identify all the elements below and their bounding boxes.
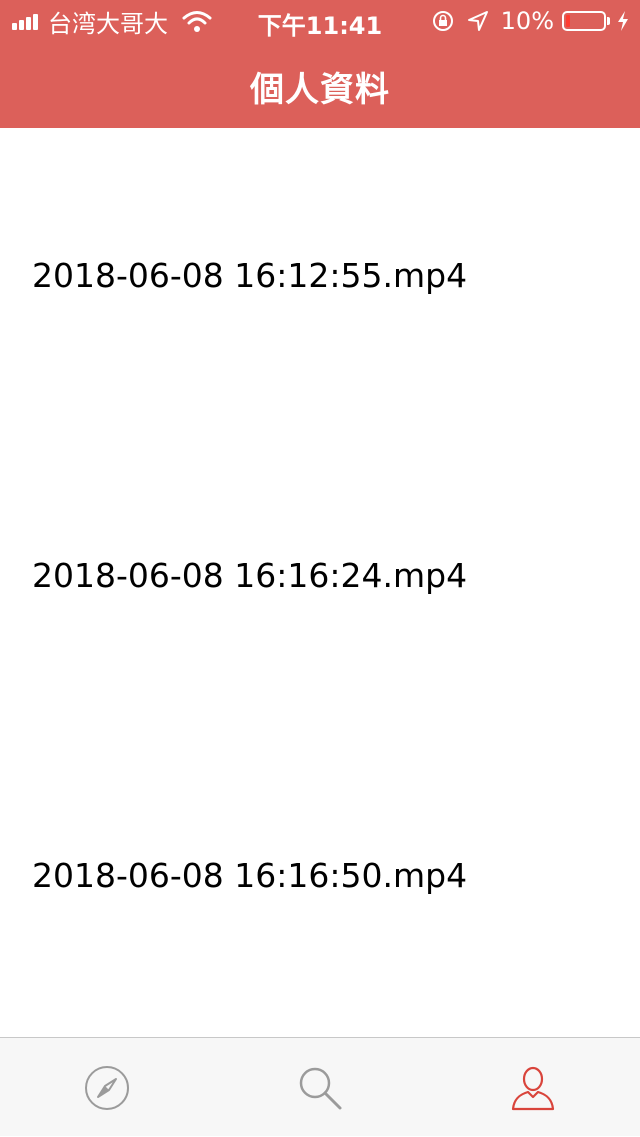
tab-search[interactable] — [213, 1038, 426, 1137]
location-icon — [467, 10, 489, 32]
list-item[interactable]: 2018-06-08 16:16:24.mp4 — [0, 428, 640, 728]
file-name: 2018-06-08 16:16:24.mp4 — [32, 556, 468, 595]
compass-icon — [83, 1064, 131, 1112]
file-name: 2018-06-08 16:16:50.mp4 — [32, 856, 468, 895]
search-icon — [296, 1064, 344, 1112]
battery-percent: 10% — [500, 7, 554, 35]
profile-icon — [509, 1064, 557, 1112]
wifi-icon — [182, 10, 212, 32]
navigation-bar: 台湾大哥大 下午11:41 10% 個人資料 — [0, 0, 640, 128]
signal-icon — [12, 12, 40, 30]
tab-bar — [0, 1037, 640, 1136]
carrier-label: 台湾大哥大 — [48, 9, 168, 38]
list-item[interactable]: 2018-06-08 16:12:55.mp4 — [0, 128, 640, 428]
tab-profile[interactable] — [426, 1038, 639, 1137]
battery-icon — [562, 11, 606, 31]
list-item[interactable]: 2018-06-08 16:16:50.mp4 — [0, 728, 640, 1028]
orientation-lock-icon — [431, 9, 455, 33]
file-name: 2018-06-08 16:12:55.mp4 — [32, 256, 468, 295]
battery-cap — [607, 17, 610, 25]
charging-icon — [616, 10, 630, 32]
status-bar-left: 台湾大哥大 — [12, 6, 212, 38]
page-title: 個人資料 — [250, 70, 390, 110]
tab-discover[interactable] — [0, 1038, 213, 1137]
status-bar: 台湾大哥大 下午11:41 10% — [0, 0, 640, 40]
status-bar-right: 10% — [431, 6, 630, 36]
